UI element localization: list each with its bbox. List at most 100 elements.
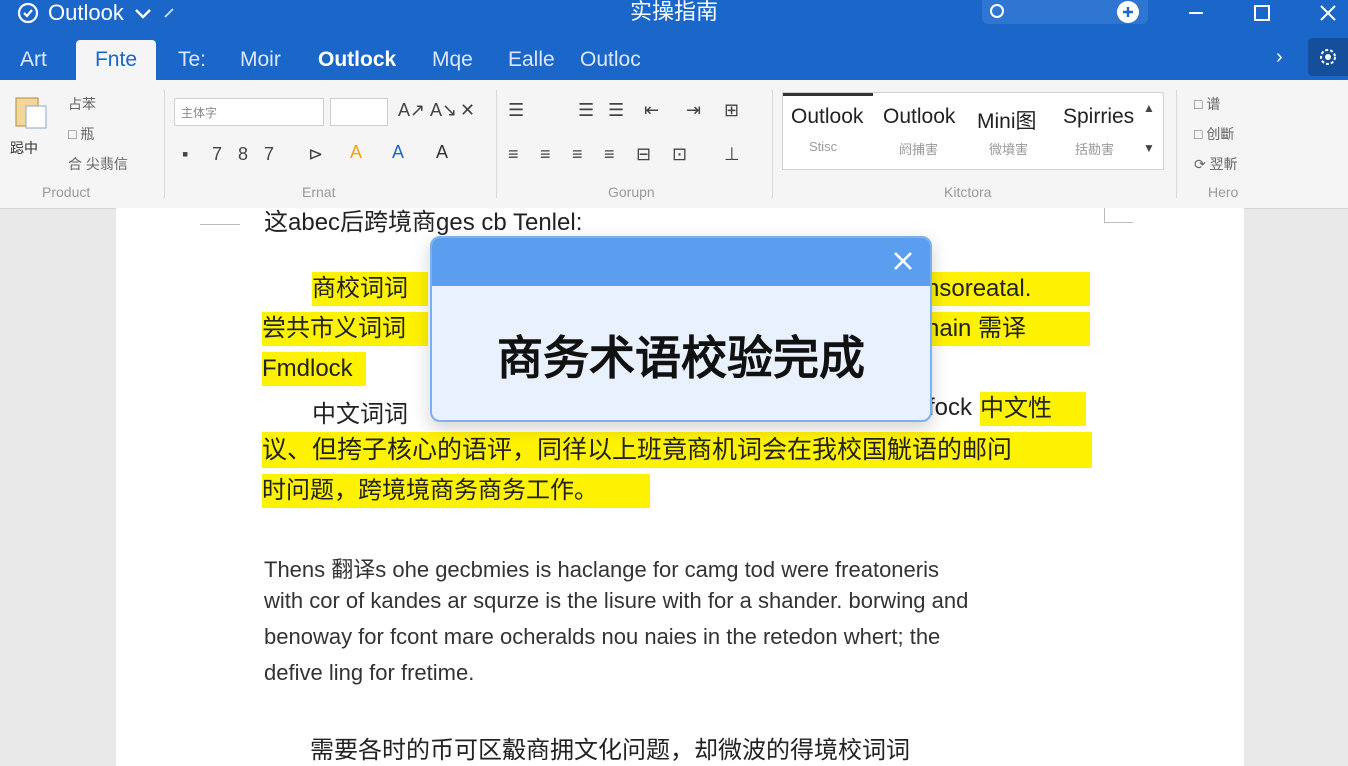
doc-line-4a: 中文词词 — [312, 401, 408, 428]
grow-font-icon[interactable]: A↗ — [398, 100, 425, 121]
align-right-icon[interactable]: ≡ — [572, 144, 583, 165]
tab-fnte[interactable]: Fnte — [76, 40, 156, 80]
cut-button[interactable]: 占苯 — [68, 94, 96, 114]
ribbon-tabs: Art Fnte Te: Moir Outlock Mqe Ealle Outl… — [0, 34, 1348, 80]
divider — [1176, 90, 1177, 198]
align-left-icon[interactable]: ≡ — [508, 144, 519, 165]
tab-mqe[interactable]: Mqe — [422, 40, 483, 80]
text-effect-icon[interactable]: ⊳ — [308, 144, 323, 165]
paragraph-line-4: defive ling for fretime. — [264, 660, 475, 685]
verification-dialog: 商务术语校验完成 — [430, 236, 932, 422]
highlight-text-1b: nsoreatal. — [926, 272, 1090, 306]
columns-icon[interactable]: ⊟ — [636, 144, 651, 165]
tab-moir[interactable]: Moir — [230, 40, 291, 80]
multilevel-list-icon[interactable]: ☰ — [608, 100, 624, 121]
divider — [164, 90, 165, 198]
group-label-editing: Hero — [1208, 184, 1239, 200]
style-selected-indicator — [783, 93, 873, 96]
borders-icon[interactable]: ⊡ — [672, 144, 687, 165]
tab-outlock[interactable]: Outlock — [308, 40, 406, 80]
group-label-clipboard: Product — [42, 184, 91, 200]
font-row-value-3[interactable]: 7 — [264, 144, 274, 165]
shrink-font-icon[interactable]: A↘ — [430, 100, 457, 121]
close-icon — [1320, 5, 1336, 21]
numbering-icon[interactable]: ☰ — [578, 100, 594, 121]
highlight-text-3: Fmdlock — [262, 352, 366, 386]
highlight-text-2b: hain 需译 — [926, 312, 1090, 346]
title-bar: Outlook 实操指南 — [0, 0, 1348, 34]
doc-last-line: 需要各时的币可区觳商拥文化问题，却微波的得境校词词 — [310, 737, 910, 764]
dialog-header — [432, 238, 930, 286]
divider — [772, 90, 773, 198]
styles-gallery[interactable]: Outlook Stisc Outlook 阏捕害 Mini图 微墳害 Spir… — [782, 92, 1164, 170]
replace-button[interactable]: □ 创斷 — [1194, 124, 1234, 144]
search-box[interactable] — [982, 0, 1148, 24]
tab-outloc[interactable]: Outloc — [570, 40, 651, 80]
sort-icon[interactable]: ⊞ — [724, 100, 739, 121]
style-item-1[interactable]: Outlook — [791, 105, 863, 129]
group-label-styles: Kitctora — [944, 184, 992, 200]
highlight-color-icon[interactable]: A — [350, 142, 362, 163]
tab-art[interactable]: Art — [10, 40, 57, 80]
ribbon: 跽中 占苯 □ 瓶 合 尖翡信 Product 主体字 A↗ A↘ ✕ ▪ 7 … — [0, 80, 1348, 209]
highlight-text-2a: 尝共市义词词 — [262, 312, 428, 346]
font-row-value-1[interactable]: 7 — [212, 144, 222, 165]
divider — [496, 90, 497, 198]
paragraph-line-3: benoway for fcont mare ocheralds nou nai… — [264, 624, 941, 649]
tabs-scroll-right-icon[interactable]: › — [1276, 46, 1283, 69]
bullets-icon[interactable]: ☰ — [508, 100, 524, 121]
maximize-button[interactable] — [1242, 0, 1282, 26]
minimize-button[interactable] — [1176, 0, 1216, 26]
highlight-text-6: 时问题，跨境境商务商务工作。 — [262, 474, 650, 508]
close-icon[interactable] — [890, 248, 916, 274]
margin-corner-right — [1104, 208, 1133, 223]
style-sub-2: 阏捕害 — [899, 142, 939, 157]
increase-indent-icon[interactable]: ⇥ — [686, 100, 701, 121]
doc-line-4b: fock — [928, 394, 973, 421]
paste-icon[interactable] — [12, 92, 52, 132]
highlight-text-4c: 中文性 — [980, 392, 1086, 426]
clear-format-icon[interactable]: ✕ — [460, 100, 475, 121]
gear-icon — [1320, 49, 1336, 65]
font-name-combo[interactable]: 主体字 — [174, 98, 324, 126]
font-color-icon[interactable]: A — [392, 142, 404, 163]
highlight-text-5: 议、但挎子核心的语评，同徉以上班竟商机词会在我校国觥语的邮问 — [262, 432, 1092, 468]
copilot-icon[interactable] — [1116, 0, 1140, 24]
styles-scroll-up-icon[interactable]: ▲ — [1143, 101, 1155, 115]
text-shading-icon[interactable]: A — [436, 142, 448, 163]
tab-te[interactable]: Te: — [168, 40, 216, 80]
paragraph-line-2: with cor of kandes ar squrze is the lisu… — [264, 588, 969, 613]
style-item-4[interactable]: Spirries — [1063, 105, 1134, 129]
group-label-font: Ernat — [302, 184, 336, 200]
style-sub-1: Stisc — [809, 139, 838, 154]
doc-line-0: 这abec后跨境商ges cb Tenlel: — [264, 209, 583, 236]
bold-icon[interactable]: ▪ — [182, 144, 188, 165]
find-button[interactable]: □ 谱 — [1194, 94, 1220, 114]
select-button[interactable]: ⟳ 翌斬 — [1194, 154, 1238, 174]
group-label-paragraph: Gorupn — [608, 184, 655, 200]
decrease-indent-icon[interactable]: ⇤ — [644, 100, 659, 121]
search-icon — [990, 4, 1004, 18]
margin-corner-left — [200, 208, 240, 225]
style-item-2[interactable]: Outlook — [883, 105, 955, 129]
highlight-text-1a: 商校词词 — [312, 272, 428, 306]
shading-icon[interactable]: ⊥ — [724, 144, 740, 165]
justify-icon[interactable]: ≡ — [604, 144, 615, 165]
settings-button[interactable] — [1308, 38, 1348, 76]
font-row-value-2[interactable]: 8 — [238, 144, 248, 165]
style-item-3[interactable]: Mini图 — [977, 105, 1037, 135]
font-size-combo[interactable] — [330, 98, 388, 126]
style-sub-3: 微墳害 — [989, 142, 1029, 157]
style-sub-4: 括勘害 — [1075, 142, 1115, 157]
paragraph-line-1: Thens 翻译s ohe gecbmies is haclange for c… — [264, 557, 939, 582]
styles-more-icon[interactable]: ▼ — [1143, 141, 1155, 155]
format-painter-button[interactable]: 合 尖翡信 — [68, 154, 128, 174]
tab-ealle[interactable]: Ealle — [498, 40, 565, 80]
minimize-icon — [1189, 12, 1203, 14]
maximize-icon — [1254, 5, 1270, 21]
copy-button[interactable]: □ 瓶 — [68, 124, 94, 144]
close-window-button[interactable] — [1308, 0, 1348, 26]
dialog-message: 商务术语校验完成 — [497, 332, 865, 384]
paste-label[interactable]: 跽中 — [10, 138, 38, 158]
align-center-icon[interactable]: ≡ — [540, 144, 551, 165]
